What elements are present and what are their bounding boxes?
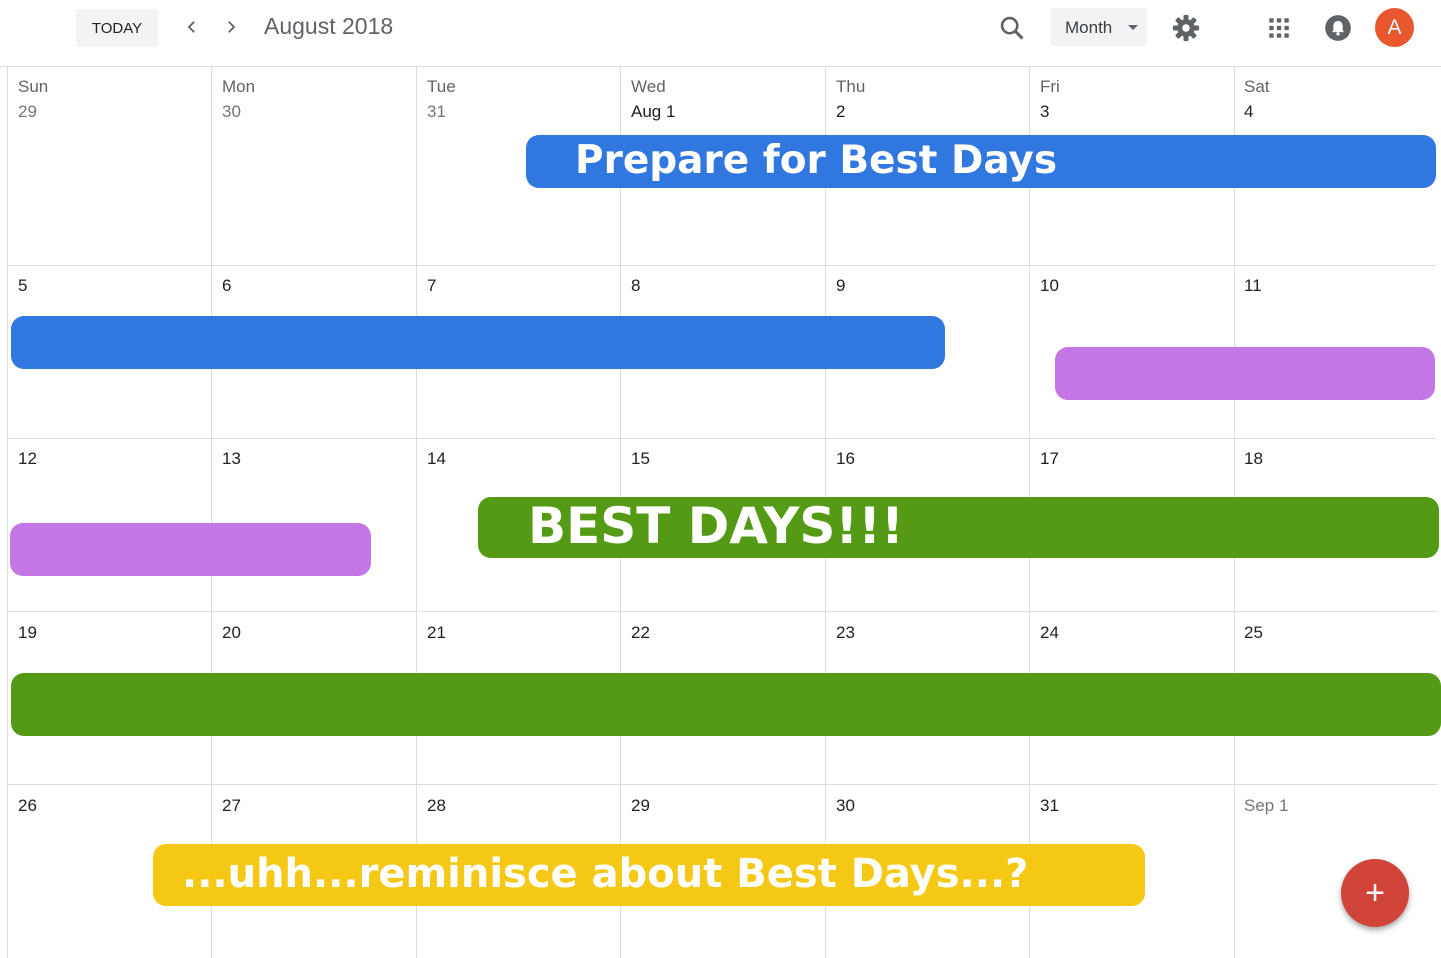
- chevron-left-icon: [187, 21, 195, 33]
- day-number[interactable]: 19: [18, 623, 37, 643]
- day-number[interactable]: 31: [427, 102, 446, 122]
- day-number[interactable]: Aug 1: [631, 102, 675, 122]
- gear-icon[interactable]: [1171, 13, 1201, 43]
- day-number[interactable]: 2: [836, 102, 845, 122]
- day-number[interactable]: 14: [427, 449, 446, 469]
- plus-icon: +: [1365, 874, 1385, 912]
- current-month-title: August 2018: [264, 13, 394, 39]
- day-number[interactable]: 30: [222, 102, 241, 122]
- day-number[interactable]: 25: [1244, 623, 1263, 643]
- day-number[interactable]: 22: [631, 623, 650, 643]
- day-number[interactable]: 26: [18, 796, 37, 816]
- day-number[interactable]: 6: [222, 276, 231, 296]
- day-number[interactable]: 30: [836, 796, 855, 816]
- weekday-label: Wed: [631, 77, 666, 96]
- event-bar-green-week4[interactable]: [11, 673, 1441, 736]
- event-title: Prepare for Best Days: [575, 138, 1058, 183]
- weekday-label: Mon: [222, 77, 256, 96]
- day-number[interactable]: 5: [18, 276, 27, 296]
- chevron-right-icon: [228, 21, 236, 33]
- day-number[interactable]: 18: [1244, 449, 1263, 469]
- event-bar-blue-week2[interactable]: [11, 316, 945, 369]
- event-bar-purple-week2[interactable]: [1055, 347, 1435, 400]
- today-button[interactable]: TODAY: [76, 9, 158, 47]
- day-number[interactable]: 16: [836, 449, 855, 469]
- view-mode-dropdown[interactable]: Month: [1051, 8, 1147, 46]
- day-number[interactable]: 28: [427, 796, 446, 816]
- day-number[interactable]: 31: [1040, 796, 1059, 816]
- event-bar-best-days[interactable]: BEST DAYS!!!: [478, 497, 1439, 558]
- day-number[interactable]: 3: [1040, 102, 1049, 122]
- day-number[interactable]: 4: [1244, 102, 1253, 122]
- event-title: ...uhh...reminisce about Best Days...?: [182, 851, 1029, 897]
- day-number[interactable]: 12: [18, 449, 37, 469]
- event-bar-reminisce[interactable]: ...uhh...reminisce about Best Days...?: [153, 844, 1145, 906]
- day-number[interactable]: 17: [1040, 449, 1059, 469]
- weekday-label: Fri: [1040, 77, 1060, 96]
- day-number[interactable]: 15: [631, 449, 650, 469]
- day-number[interactable]: 27: [222, 796, 241, 816]
- event-bar-purple-week3[interactable]: [10, 523, 371, 576]
- event-bar-prepare[interactable]: Prepare for Best Days: [526, 135, 1436, 188]
- day-number[interactable]: 9: [836, 276, 845, 296]
- dropdown-caret-icon: [1128, 25, 1138, 30]
- weekday-label: Sat: [1244, 77, 1270, 96]
- day-number[interactable]: Sep 1: [1244, 796, 1288, 816]
- create-event-button[interactable]: +: [1341, 859, 1409, 927]
- top-toolbar: TODAY August 2018 Month A: [0, 0, 1441, 67]
- next-month-button[interactable]: [218, 14, 244, 40]
- view-mode-label: Month: [1065, 18, 1113, 37]
- day-number[interactable]: 10: [1040, 276, 1059, 296]
- day-number[interactable]: 21: [427, 623, 446, 643]
- weekday-label: Thu: [836, 77, 866, 96]
- account-avatar[interactable]: A: [1375, 8, 1414, 47]
- day-number[interactable]: 8: [631, 276, 640, 296]
- day-number[interactable]: 29: [631, 796, 650, 816]
- previous-month-button[interactable]: [179, 14, 205, 40]
- day-number[interactable]: 29: [18, 102, 37, 122]
- day-number[interactable]: 13: [222, 449, 241, 469]
- event-title: BEST DAYS!!!: [528, 497, 904, 555]
- weekday-label: Tue: [427, 77, 456, 96]
- apps-grid-icon[interactable]: [1266, 15, 1292, 41]
- day-number[interactable]: 24: [1040, 623, 1059, 643]
- weekday-label: Sun: [18, 77, 49, 96]
- day-number[interactable]: 23: [836, 623, 855, 643]
- day-number[interactable]: 20: [222, 623, 241, 643]
- day-number[interactable]: 11: [1244, 276, 1262, 296]
- day-number[interactable]: 7: [427, 276, 436, 296]
- bell-icon[interactable]: [1324, 14, 1352, 42]
- search-icon[interactable]: [998, 14, 1026, 42]
